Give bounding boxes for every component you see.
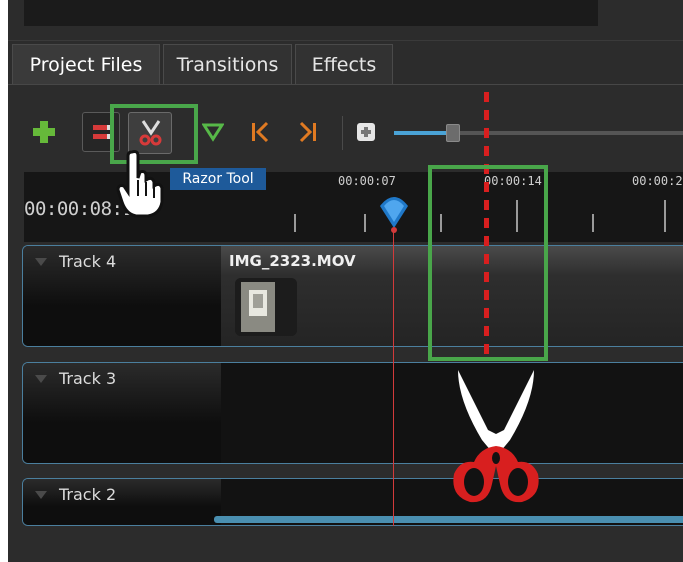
track-scrollbar[interactable] bbox=[214, 516, 683, 523]
zoom-slider-handle[interactable] bbox=[445, 124, 460, 142]
track-row[interactable]: Track 4 IMG_2323.MOV bbox=[22, 245, 683, 347]
razor-tool-tooltip: Razor Tool bbox=[170, 168, 266, 190]
top-panel bbox=[24, 0, 598, 26]
ruler-tick-label: 00:00:07 bbox=[338, 174, 396, 188]
ruler-tick bbox=[294, 214, 296, 232]
zoom-icon[interactable] bbox=[356, 122, 376, 142]
zoom-slider[interactable] bbox=[394, 131, 683, 135]
tab-effects[interactable]: Effects bbox=[295, 44, 393, 84]
track-header: Track 4 bbox=[23, 246, 221, 346]
zoom-slider-fill bbox=[394, 131, 452, 135]
ruler-tick bbox=[664, 200, 666, 232]
track-label: Track 3 bbox=[59, 369, 117, 388]
track-header: Track 3 bbox=[23, 363, 221, 463]
clip-title: IMG_2323.MOV bbox=[229, 252, 356, 270]
tab-transitions[interactable]: Transitions bbox=[163, 44, 292, 84]
marker-icon[interactable] bbox=[201, 122, 225, 142]
video-editor-window: Project Files Transitions Effects 00:00:… bbox=[8, 0, 683, 562]
collapse-arrow-icon[interactable] bbox=[35, 258, 47, 266]
divider bbox=[8, 84, 683, 85]
track-label: Track 4 bbox=[59, 252, 117, 271]
toolbar-separator bbox=[342, 116, 343, 150]
ruler-tick bbox=[364, 214, 366, 232]
collapse-arrow-icon[interactable] bbox=[35, 375, 47, 383]
track-header: Track 2 bbox=[23, 479, 221, 525]
ruler-tick-label: 00:00:2 bbox=[632, 174, 683, 188]
hand-cursor-icon bbox=[114, 148, 170, 218]
playhead-icon[interactable] bbox=[378, 194, 410, 234]
previous-marker-icon[interactable] bbox=[250, 120, 270, 144]
tab-project-files[interactable]: Project Files bbox=[12, 44, 160, 84]
next-marker-icon[interactable] bbox=[298, 120, 318, 144]
collapse-arrow-icon[interactable] bbox=[35, 491, 47, 499]
track-label: Track 2 bbox=[59, 485, 117, 504]
divider bbox=[8, 40, 683, 41]
ruler-tick bbox=[592, 214, 594, 232]
clip-thumbnail bbox=[235, 278, 297, 336]
bottom-panel bbox=[8, 526, 683, 562]
scissors-icon bbox=[436, 370, 556, 510]
add-icon[interactable] bbox=[32, 120, 56, 144]
cut-highlight-box bbox=[428, 165, 548, 361]
track-row[interactable]: Track 3 bbox=[22, 362, 683, 464]
playhead-line bbox=[393, 230, 394, 526]
